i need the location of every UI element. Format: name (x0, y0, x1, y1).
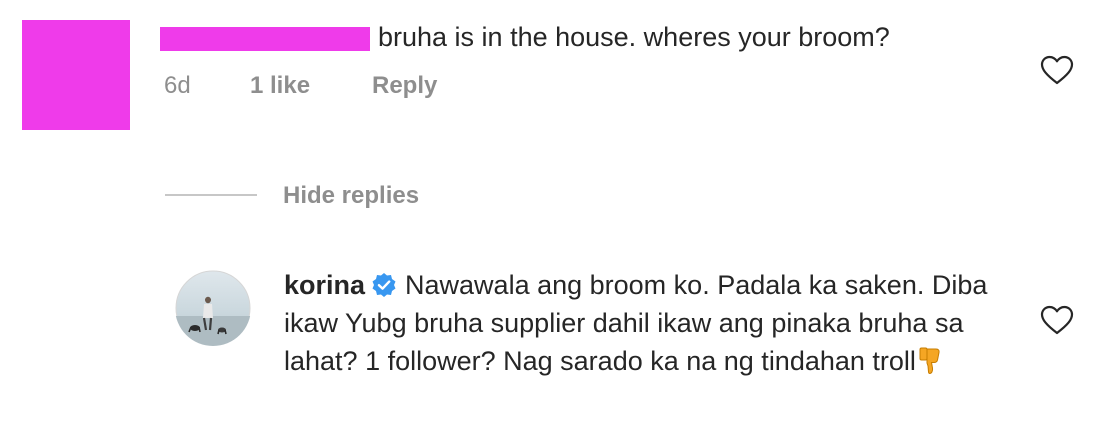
hide-replies-divider (165, 194, 257, 196)
reply-comment: korina Nawawala ang broom ko. Padala ka s… (284, 266, 1014, 380)
redacted-username (160, 27, 370, 51)
reply-username[interactable]: korina (284, 270, 365, 300)
heart-icon[interactable] (1040, 55, 1074, 85)
heart-icon[interactable] (1040, 305, 1074, 335)
verified-badge-icon (372, 273, 396, 297)
comment-text: bruha is in the house. wheres your broom… (378, 22, 890, 52)
thumbs-down-icon (919, 347, 940, 375)
comment-age: 6d (164, 72, 191, 99)
reply-button[interactable]: Reply (372, 72, 437, 100)
avatar[interactable] (175, 270, 251, 346)
hide-replies-button[interactable]: Hide replies (283, 182, 419, 210)
comment-likes[interactable]: 1 like (250, 72, 310, 100)
redacted-avatar (22, 20, 130, 130)
